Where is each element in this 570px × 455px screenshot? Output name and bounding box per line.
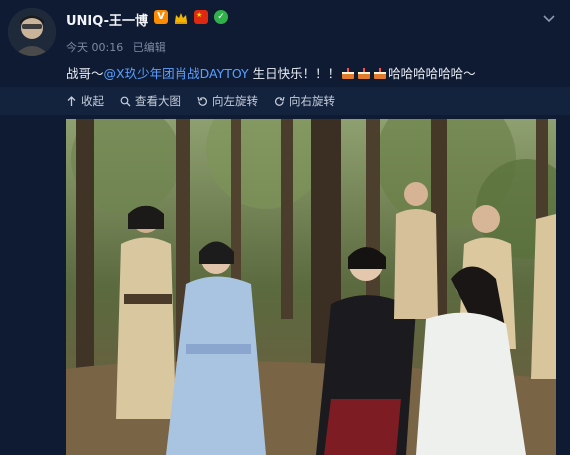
mention-link[interactable]: @X玖少年团肖战DAYTOY bbox=[104, 66, 249, 81]
collapse-button[interactable]: 收起 bbox=[66, 93, 104, 109]
post-text-prefix: 战哥～ bbox=[66, 66, 104, 81]
rotate-left-icon bbox=[197, 96, 207, 106]
collapse-label: 收起 bbox=[81, 94, 104, 108]
rotate-right-label: 向右旋转 bbox=[289, 94, 335, 108]
image-toolbar: 收起 查看大图 向左旋转 向右旋转 bbox=[0, 87, 570, 115]
view-large-label: 查看大图 bbox=[135, 94, 181, 108]
edited-label: 已编辑 bbox=[132, 41, 166, 54]
user-badges: V ✓ bbox=[154, 10, 228, 24]
forest-scene-image bbox=[66, 119, 556, 455]
rotate-left-label: 向左旋转 bbox=[212, 94, 258, 108]
rotate-right-icon bbox=[275, 96, 285, 106]
post-text-middle: 生日快乐！！！ bbox=[248, 66, 341, 81]
post-text-suffix: 哈哈哈哈哈哈～ bbox=[388, 66, 476, 81]
avatar[interactable] bbox=[8, 8, 56, 56]
china-flag-icon bbox=[194, 10, 208, 24]
username[interactable]: UNIQ-王一博 bbox=[66, 10, 148, 29]
post-meta: 今天 00:16 已编辑 bbox=[66, 39, 166, 55]
crown-icon[interactable] bbox=[174, 10, 188, 24]
checkmark-circle-icon[interactable]: ✓ bbox=[214, 10, 228, 24]
chevron-down-icon[interactable] bbox=[542, 10, 556, 24]
rotate-right-button[interactable]: 向右旋转 bbox=[274, 93, 335, 109]
cake-icon bbox=[340, 66, 356, 81]
rotate-left-button[interactable]: 向左旋转 bbox=[197, 93, 258, 109]
weibo-post: UNIQ-王一博 V ✓ 今天 00:16 已编辑 战哥～@X玖少年团肖战DAY… bbox=[0, 0, 570, 455]
post-photo[interactable] bbox=[66, 119, 556, 455]
arrow-up-icon bbox=[67, 95, 76, 106]
verified-v-icon[interactable]: V bbox=[154, 10, 168, 24]
search-icon bbox=[120, 96, 131, 106]
view-large-button[interactable]: 查看大图 bbox=[120, 93, 181, 109]
post-time[interactable]: 今天 00:16 bbox=[66, 41, 123, 54]
cake-icon bbox=[372, 66, 388, 81]
cake-icon bbox=[356, 66, 372, 81]
post-text: 战哥～@X玖少年团肖战DAYTOY 生日快乐！！！ 哈哈哈哈哈哈～ bbox=[66, 63, 560, 82]
